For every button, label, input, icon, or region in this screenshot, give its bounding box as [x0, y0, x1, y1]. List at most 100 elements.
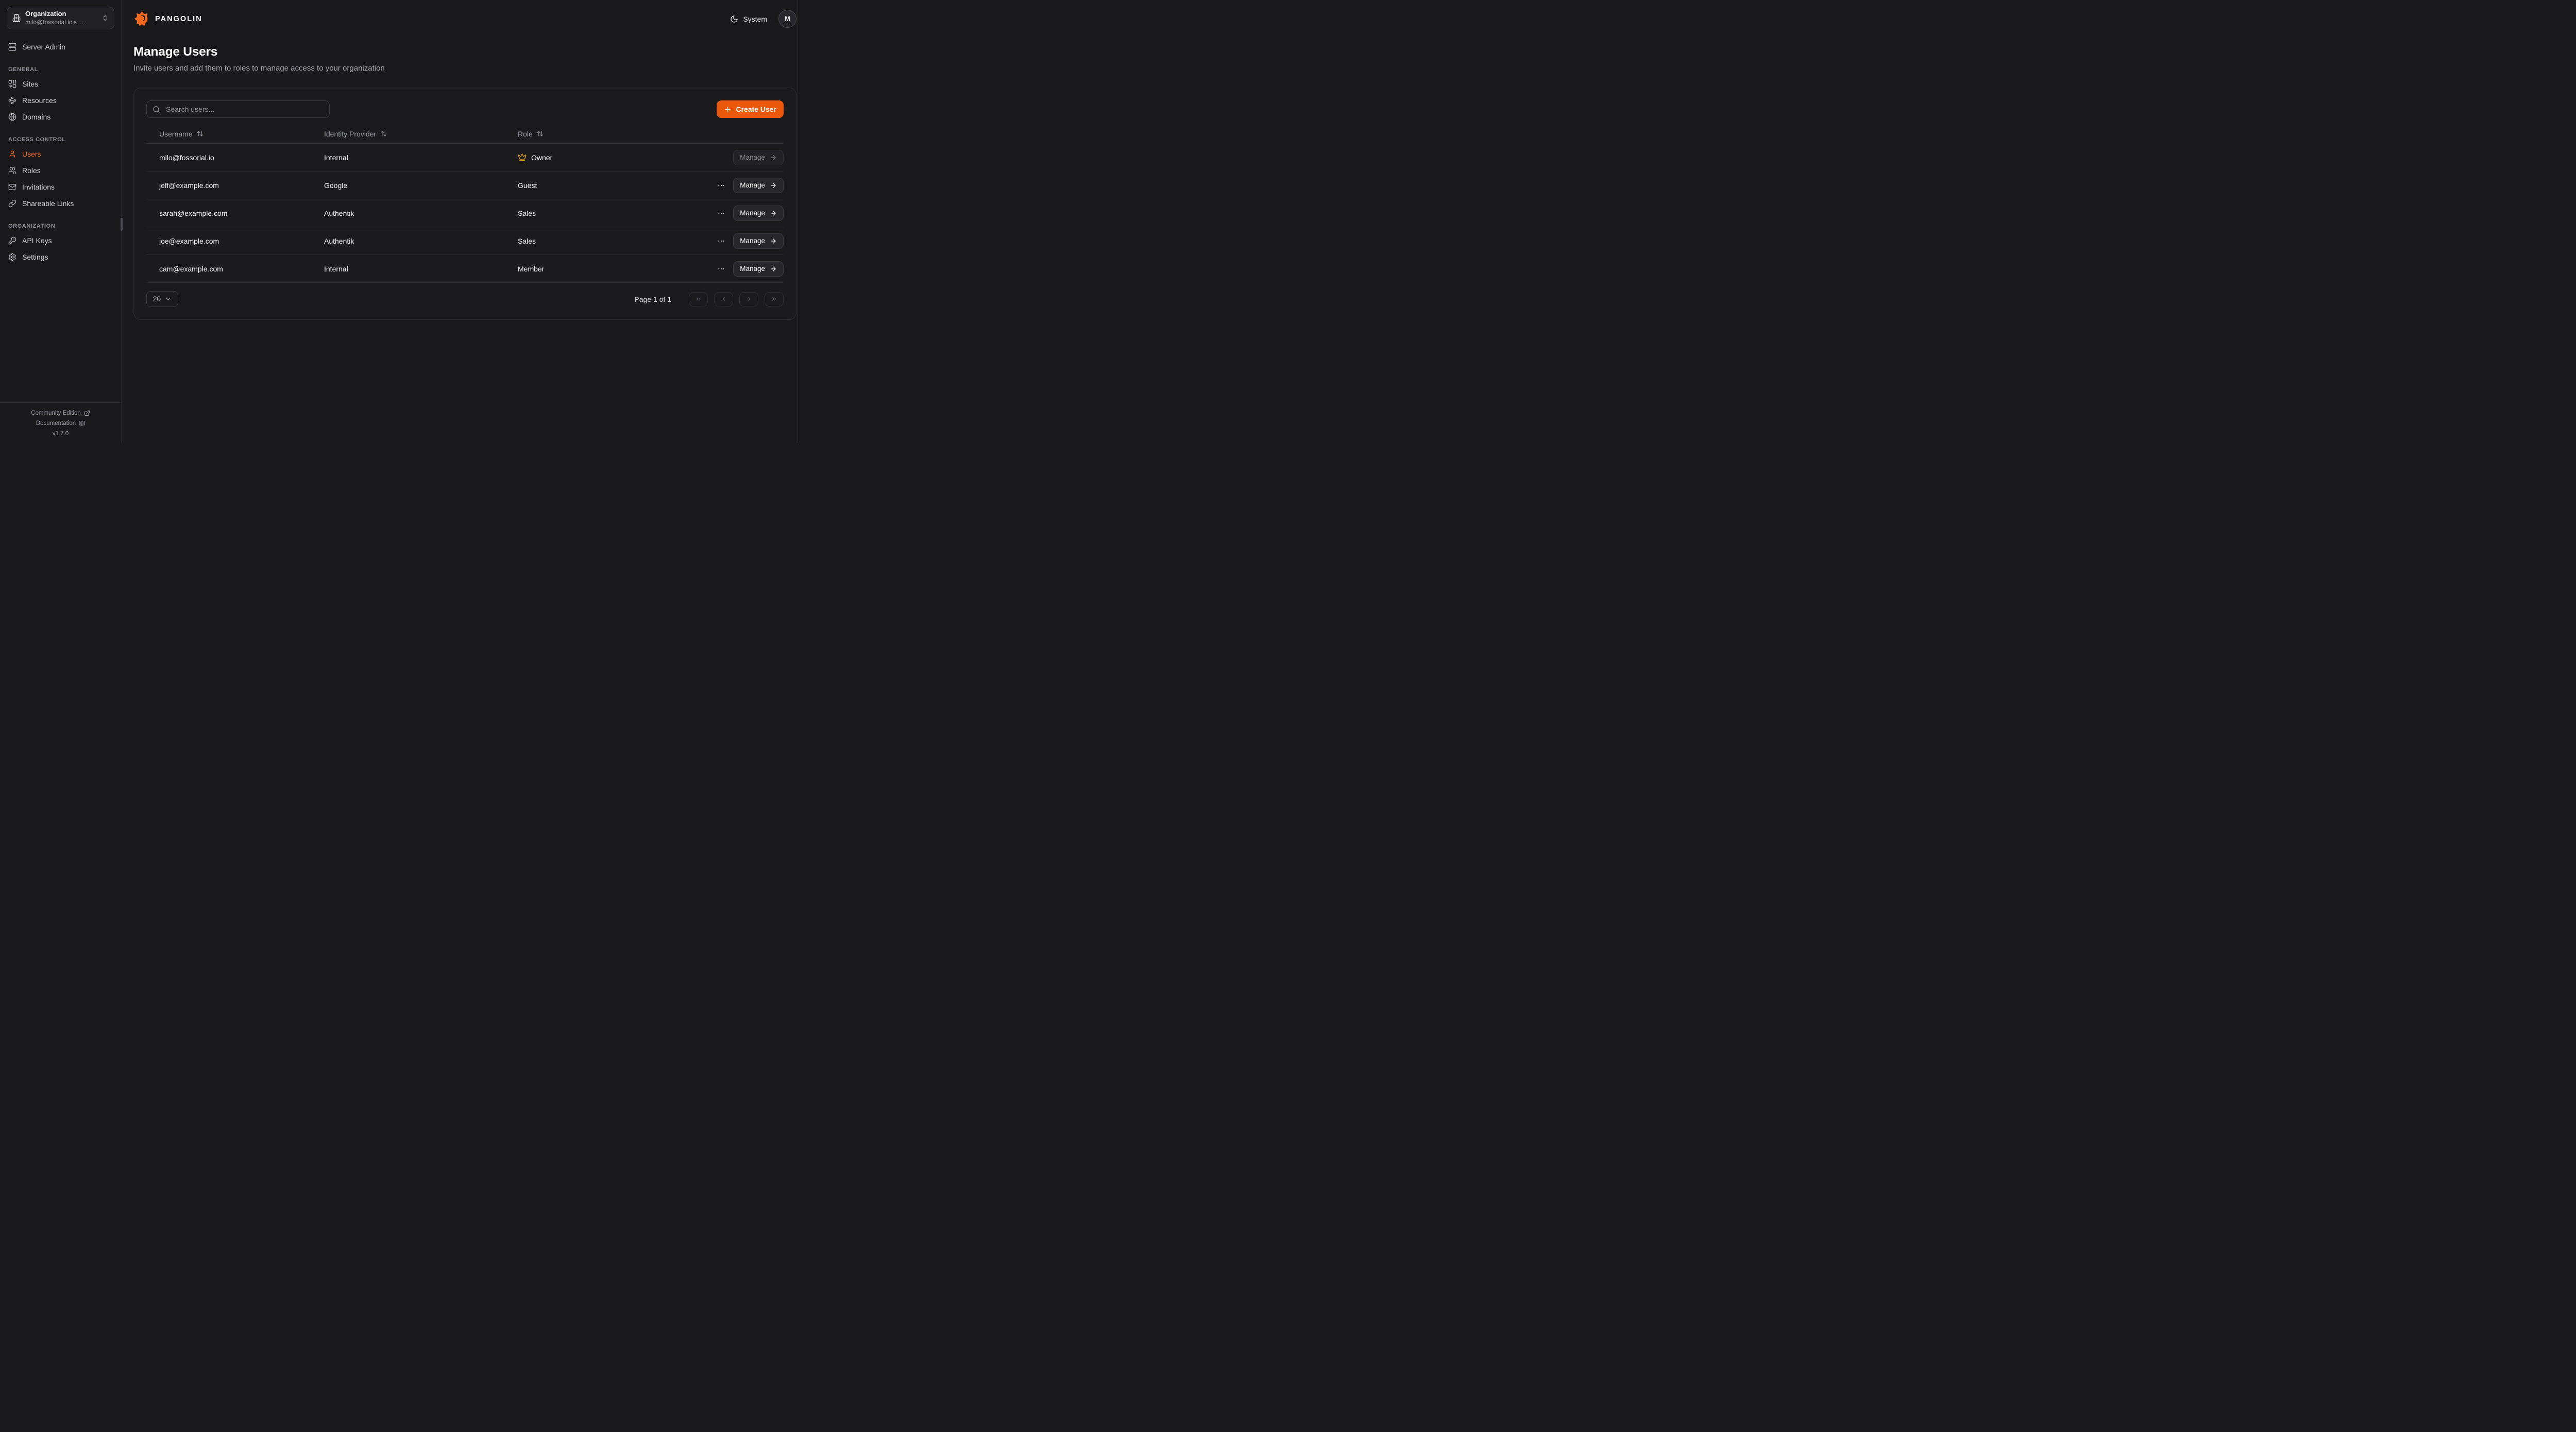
user-icon	[8, 150, 16, 158]
book-open-icon	[79, 420, 85, 427]
topbar: PANGOLIN System M	[133, 0, 796, 38]
arrow-right-icon	[770, 154, 777, 161]
manage-label: Manage	[740, 209, 765, 217]
column-header-username[interactable]: Username	[146, 130, 324, 138]
manage-button[interactable]: Manage	[733, 178, 784, 193]
role-label: Owner	[531, 154, 552, 162]
sidebar-item-label: Invitations	[22, 183, 55, 191]
role-label: Member	[518, 265, 544, 273]
role-cell: Member	[518, 265, 674, 273]
sidebar-item-label: API Keys	[22, 236, 52, 245]
sidebar-item-resources[interactable]: Resources	[7, 92, 114, 109]
table-row: sarah@example.com Authentik Sales Manage	[146, 199, 784, 227]
app-window: Organization milo@fossorial.io's ... Ser…	[0, 0, 808, 443]
manage-label: Manage	[740, 237, 765, 245]
sidebar-resize-handle[interactable]	[121, 218, 123, 231]
page-subtitle: Invite users and add them to roles to ma…	[133, 64, 796, 73]
table-row: jeff@example.com Google Guest Manage	[146, 172, 784, 199]
sidebar-footer: Community Edition Documentation v1.7.0	[0, 402, 121, 443]
previous-page-button	[714, 292, 733, 306]
row-actions-menu-button[interactable]	[717, 181, 725, 190]
username-cell: sarah@example.com	[146, 209, 324, 217]
column-label: Username	[159, 130, 193, 138]
role-cell: Owner	[518, 153, 674, 162]
username-cell: joe@example.com	[146, 237, 324, 245]
manage-button-disabled: Manage	[733, 150, 784, 165]
page-size-value: 20	[153, 295, 161, 303]
section-label-general: GENERAL	[8, 66, 114, 73]
page-size-select[interactable]: 20	[146, 291, 178, 307]
manage-label: Manage	[740, 154, 765, 161]
arrow-right-icon	[770, 182, 777, 189]
manage-button[interactable]: Manage	[733, 233, 784, 249]
manage-button[interactable]: Manage	[733, 261, 784, 277]
sidebar-item-server-admin[interactable]: Server Admin	[7, 39, 114, 55]
combine-icon	[8, 80, 16, 88]
sidebar-item-api-keys[interactable]: API Keys	[7, 232, 114, 249]
sidebar-item-settings[interactable]: Settings	[7, 249, 114, 265]
row-actions-menu-button[interactable]	[717, 265, 725, 273]
avatar[interactable]: M	[778, 10, 796, 28]
provider-cell: Internal	[324, 265, 518, 273]
avatar-initial: M	[785, 15, 790, 23]
search-input[interactable]	[165, 105, 324, 114]
table-header: Username Identity Provider Role	[146, 124, 784, 144]
username-cell: milo@fossorial.io	[146, 154, 324, 162]
manage-label: Manage	[740, 265, 765, 272]
role-cell: Sales	[518, 209, 674, 217]
sort-icon	[197, 130, 204, 137]
sidebar-item-roles[interactable]: Roles	[7, 162, 114, 179]
provider-cell: Authentik	[324, 237, 518, 245]
waypoints-icon	[8, 96, 16, 105]
role-label: Guest	[518, 181, 537, 190]
sidebar-item-domains[interactable]: Domains	[7, 109, 114, 125]
table-row: milo@fossorial.io Internal Owner Manage	[146, 144, 784, 172]
pangolin-logo[interactable]: PANGOLIN	[133, 10, 202, 27]
manage-label: Manage	[740, 181, 765, 189]
server-icon	[8, 43, 16, 51]
page-status: Page 1 of 1	[634, 295, 671, 303]
sidebar-item-label: Users	[22, 150, 41, 158]
pagination: 20 Page 1 of 1	[146, 291, 784, 307]
sidebar-item-users[interactable]: Users	[7, 146, 114, 162]
chevron-right-icon	[745, 296, 752, 302]
chevrons-left-icon	[695, 296, 702, 302]
chevron-down-icon	[165, 296, 172, 302]
building-icon	[12, 14, 21, 22]
role-label: Sales	[518, 237, 536, 245]
theme-toggle[interactable]: System	[730, 15, 767, 23]
sidebar-item-shareable-links[interactable]: Shareable Links	[7, 195, 114, 212]
column-header-identity-provider[interactable]: Identity Provider	[324, 130, 518, 138]
documentation-label: Documentation	[36, 420, 76, 427]
theme-label: System	[743, 15, 767, 23]
sort-icon	[380, 130, 387, 137]
last-page-button	[765, 292, 784, 306]
arrow-right-icon	[770, 210, 777, 217]
create-user-label: Create User	[736, 105, 776, 113]
crown-icon	[518, 153, 527, 162]
create-user-button[interactable]: Create User	[717, 100, 784, 118]
row-actions-menu-button[interactable]	[717, 209, 725, 217]
sidebar-item-sites[interactable]: Sites	[7, 76, 114, 92]
org-switcher[interactable]: Organization milo@fossorial.io's ...	[7, 7, 114, 29]
sidebar-item-invitations[interactable]: Invitations	[7, 179, 114, 195]
role-label: Sales	[518, 209, 536, 217]
row-actions-menu-button[interactable]	[717, 237, 725, 245]
documentation-link[interactable]: Documentation	[0, 418, 121, 429]
users-icon	[8, 166, 16, 175]
provider-cell: Google	[324, 181, 518, 190]
manage-button[interactable]: Manage	[733, 206, 784, 221]
community-edition-link[interactable]: Community Edition	[0, 408, 121, 418]
username-cell: cam@example.com	[146, 265, 324, 273]
sidebar-item-label: Roles	[22, 166, 41, 175]
version-label: v1.7.0	[0, 429, 121, 439]
key-icon	[8, 236, 16, 245]
next-page-button	[739, 292, 758, 306]
section-label-access-control: ACCESS CONTROL	[8, 137, 114, 143]
username-cell: jeff@example.com	[146, 181, 324, 190]
org-switcher-value: milo@fossorial.io's ...	[25, 19, 97, 26]
column-header-role[interactable]: Role	[518, 130, 674, 138]
moon-icon	[730, 15, 738, 23]
sidebar: Organization milo@fossorial.io's ... Ser…	[0, 0, 122, 443]
globe-icon	[8, 113, 16, 121]
